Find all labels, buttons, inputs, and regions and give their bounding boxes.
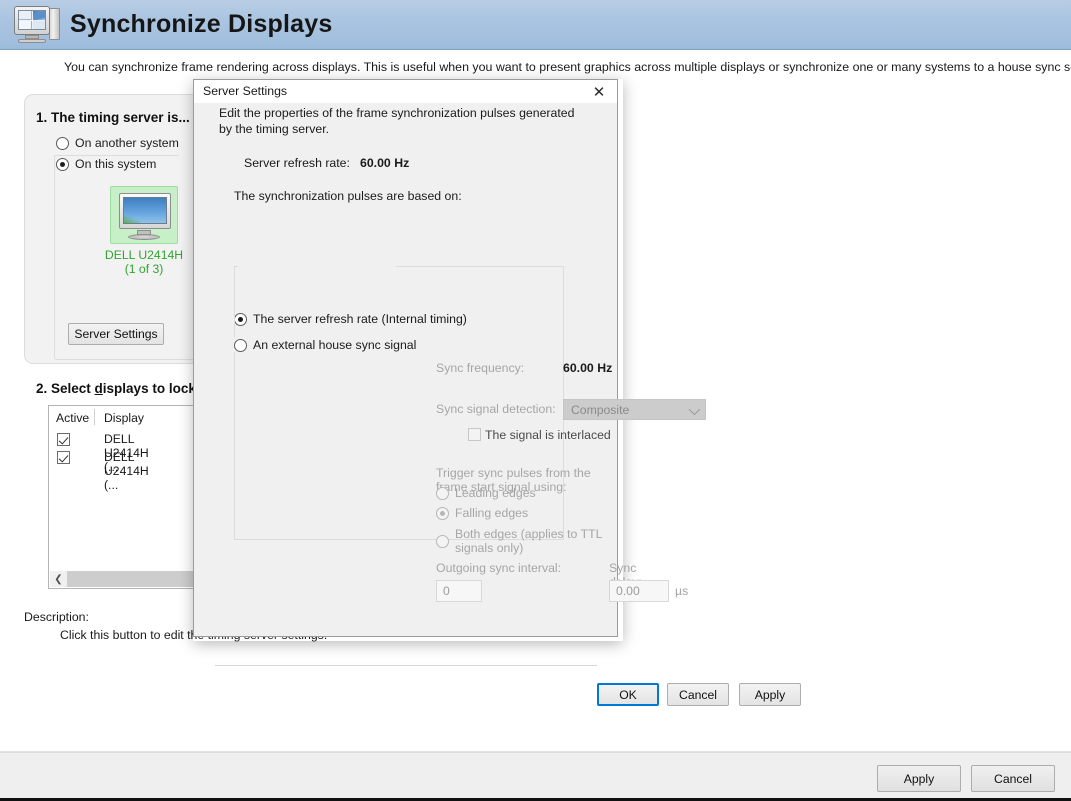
server-settings-button[interactable]: Server Settings: [68, 323, 164, 345]
radio-external-house-sync[interactable]: An external house sync signal: [234, 338, 421, 352]
display-index: (1 of 3): [78, 262, 210, 276]
step1-title: 1. The timing server is...: [36, 110, 190, 125]
pulses-based-on-label: The synchronization pulses are based on:: [234, 188, 462, 204]
chevron-left-icon[interactable]: ❮: [50, 571, 67, 587]
intro-text: You can synchronize frame rendering acro…: [64, 60, 1071, 74]
row-active-checkbox[interactable]: [57, 451, 70, 464]
server-refresh-rate-value: 60.00 Hz: [360, 155, 409, 171]
window-footer: Apply Cancel: [0, 752, 1071, 798]
synchronize-displays-window: Synchronize Displays You can synchronize…: [0, 0, 1071, 801]
radio-indicator: [56, 137, 69, 150]
chevron-down-icon: [689, 404, 700, 415]
server-refresh-rate-label: Server refresh rate:: [244, 155, 350, 171]
description-label: Description:: [24, 610, 89, 624]
radio-label: On another system: [75, 136, 179, 150]
multi-display-monitor-icon: [14, 6, 60, 44]
radio-both-edges[interactable]: Both edges (applies to TTL signals only): [436, 527, 617, 555]
select-value: Composite: [571, 403, 629, 417]
apply-button[interactable]: Apply: [877, 765, 961, 792]
radio-label: Leading edges: [455, 486, 536, 500]
input-value: 0: [443, 584, 450, 598]
radio-indicator: [436, 535, 449, 548]
dialog-apply-button[interactable]: Apply: [739, 683, 801, 706]
page-header: Synchronize Displays: [0, 0, 1071, 50]
radio-label: Both edges (applies to TTL signals only): [455, 527, 617, 555]
dialog-intro-text: Edit the properties of the frame synchro…: [219, 105, 579, 137]
radio-indicator-selected: [436, 507, 449, 520]
cancel-button[interactable]: Cancel: [971, 765, 1055, 792]
radio-leading-edges[interactable]: Leading edges: [436, 486, 536, 500]
dialog-divider: [215, 665, 597, 666]
radio-label: An external house sync signal: [253, 338, 416, 352]
close-icon[interactable]: ✕: [581, 80, 617, 103]
radio-label: Falling edges: [455, 506, 528, 520]
page-title: Synchronize Displays: [70, 12, 332, 37]
display-name: DELL U2414H: [78, 248, 210, 262]
outgoing-sync-interval-input[interactable]: 0: [436, 580, 482, 602]
display-thumbnail-label: DELL U2414H (1 of 3): [78, 248, 210, 276]
row-active-checkbox[interactable]: [57, 433, 70, 446]
outgoing-sync-interval-label: Outgoing sync interval:: [436, 561, 561, 575]
column-header-display: Display: [104, 411, 144, 425]
dialog-cancel-button[interactable]: Cancel: [667, 683, 729, 706]
input-value: 0.00: [616, 584, 640, 598]
interlaced-checkbox[interactable]: [468, 428, 481, 441]
radio-falling-edges[interactable]: Falling edges: [436, 506, 528, 520]
step2-title: 2. Select displays to lock to: [36, 381, 212, 396]
sync-signal-detection-select[interactable]: Composite: [563, 399, 706, 420]
dialog-titlebar[interactable]: Server Settings ✕: [194, 80, 617, 103]
sync-delay-input[interactable]: 0.00: [609, 580, 669, 602]
row-display-name: DELL U2414H (...: [104, 450, 149, 492]
interlaced-label: The signal is interlaced: [485, 428, 611, 442]
column-header-active: Active: [56, 411, 89, 425]
dialog-ok-button[interactable]: OK: [597, 683, 659, 706]
sync-frequency-label: Sync frequency:: [436, 361, 524, 375]
radio-indicator: [234, 339, 247, 352]
radio-on-another-system[interactable]: On another system: [56, 136, 179, 150]
dialog-title: Server Settings: [203, 84, 287, 98]
server-settings-dialog: Server Settings ✕ Edit the properties of…: [193, 79, 618, 637]
sync-delay-unit: µs: [675, 584, 688, 598]
display-thumbnail[interactable]: [110, 186, 178, 244]
sync-frequency-value: 60.00 Hz: [563, 361, 612, 375]
radio-indicator: [436, 487, 449, 500]
sync-signal-detection-label: Sync signal detection:: [436, 402, 556, 416]
